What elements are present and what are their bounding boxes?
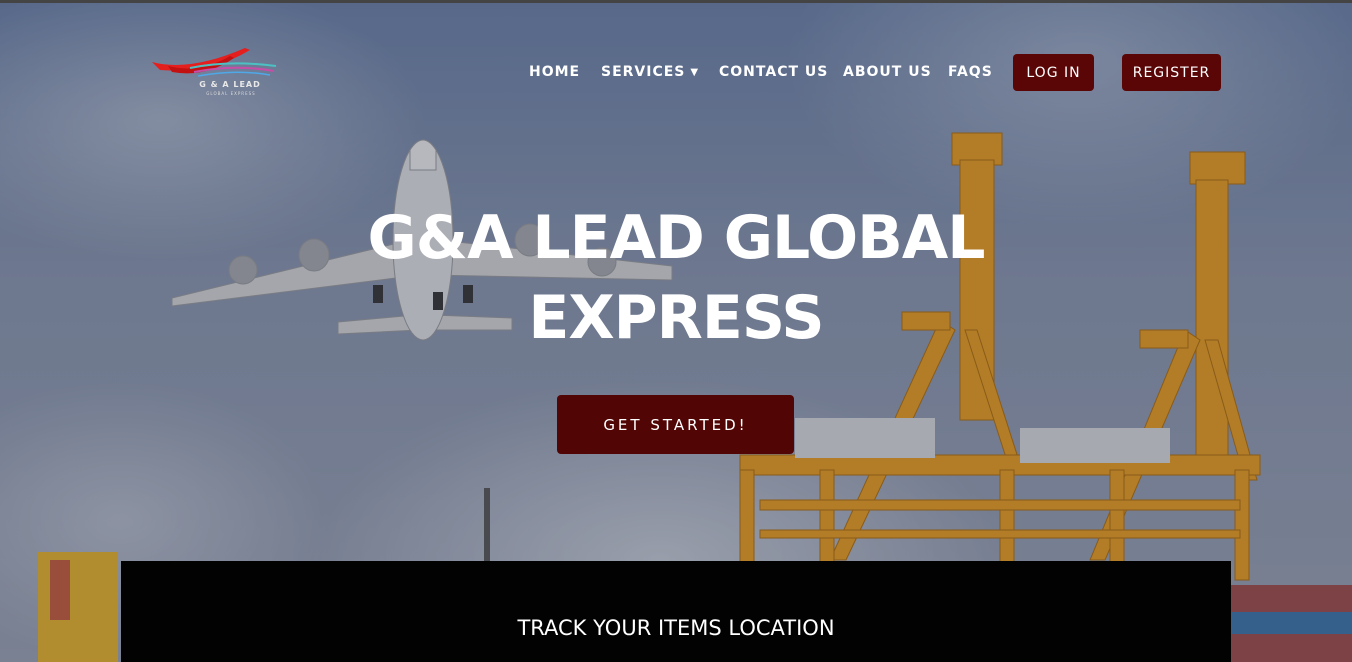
get-started-button[interactable]: GET STARTED! (557, 395, 794, 454)
nav-contact[interactable]: CONTACT US (719, 64, 828, 80)
track-panel: TRACK YOUR ITEMS LOCATION (121, 561, 1231, 662)
airplane-logo-icon (152, 48, 277, 77)
logo-tagline: GLOBAL EXPRESS (206, 91, 256, 96)
hero-title-line2: EXPRESS (528, 283, 824, 353)
register-button[interactable]: REGISTER (1122, 54, 1221, 91)
track-title: TRACK YOUR ITEMS LOCATION (517, 616, 835, 640)
nav-services[interactable]: SERVICES ▼ (601, 64, 699, 80)
hero-title-line1: G&A LEAD GLOBAL (367, 203, 986, 273)
logo-name: G & A LEAD (199, 80, 261, 89)
top-border (0, 0, 1352, 3)
chevron-down-icon: ▼ (690, 67, 700, 78)
hero-title: G&A LEAD GLOBAL EXPRESS (326, 198, 1026, 358)
nav-services-label: SERVICES (601, 64, 686, 80)
nav-home[interactable]: HOME (529, 64, 580, 80)
brand-logo[interactable]: G & A LEAD GLOBAL EXPRESS (150, 44, 280, 100)
nav-about[interactable]: ABOUT US (843, 64, 932, 80)
login-button[interactable]: LOG IN (1013, 54, 1094, 91)
nav-faqs[interactable]: FAQS (948, 64, 993, 80)
